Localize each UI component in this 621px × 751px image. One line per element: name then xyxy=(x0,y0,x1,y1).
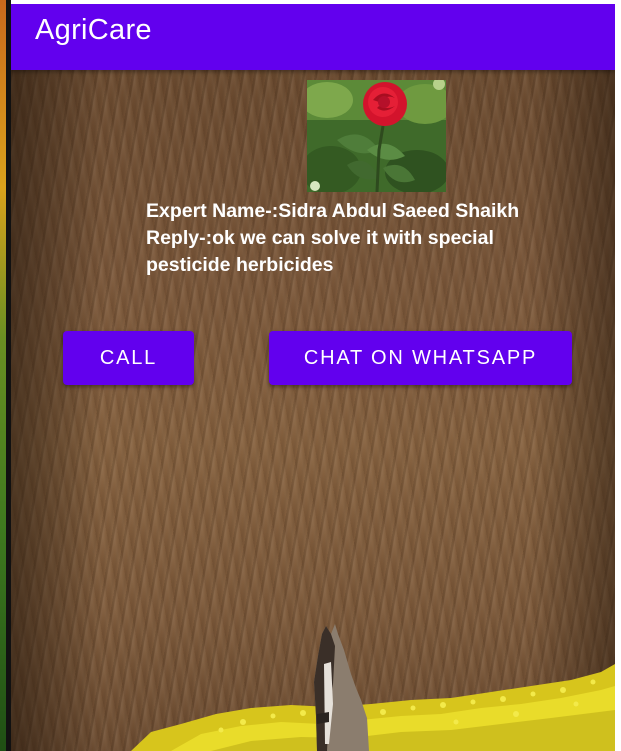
horse xyxy=(314,624,369,751)
call-button[interactable]: CALL xyxy=(63,331,194,385)
app-title: AgriCare xyxy=(35,14,152,46)
red-rose-photo xyxy=(307,80,446,192)
expert-name: Expert Name-:Sidra Abdul Saeed Shaikh xyxy=(146,200,520,222)
screen-bezel-right xyxy=(615,0,621,751)
reply-line-1: Reply-:ok we can solve it with special xyxy=(146,227,494,249)
horse-and-flowers-scene xyxy=(131,624,615,751)
chat-on-whatsapp-button[interactable]: CHAT ON WHATSAPP xyxy=(269,331,572,385)
screenshot-frame: AgriCare Expert Name-:Sidra Abdul Saeed … xyxy=(0,0,621,751)
app-screen: AgriCare Expert Name-:Sidra Abdul Saeed … xyxy=(11,4,615,751)
app-bar: AgriCare xyxy=(11,4,615,70)
reply-line-2: pesticide herbicides xyxy=(146,254,334,276)
expert-reply-text: Expert Name-:Sidra Abdul Saeed Shaikh Re… xyxy=(146,198,586,279)
